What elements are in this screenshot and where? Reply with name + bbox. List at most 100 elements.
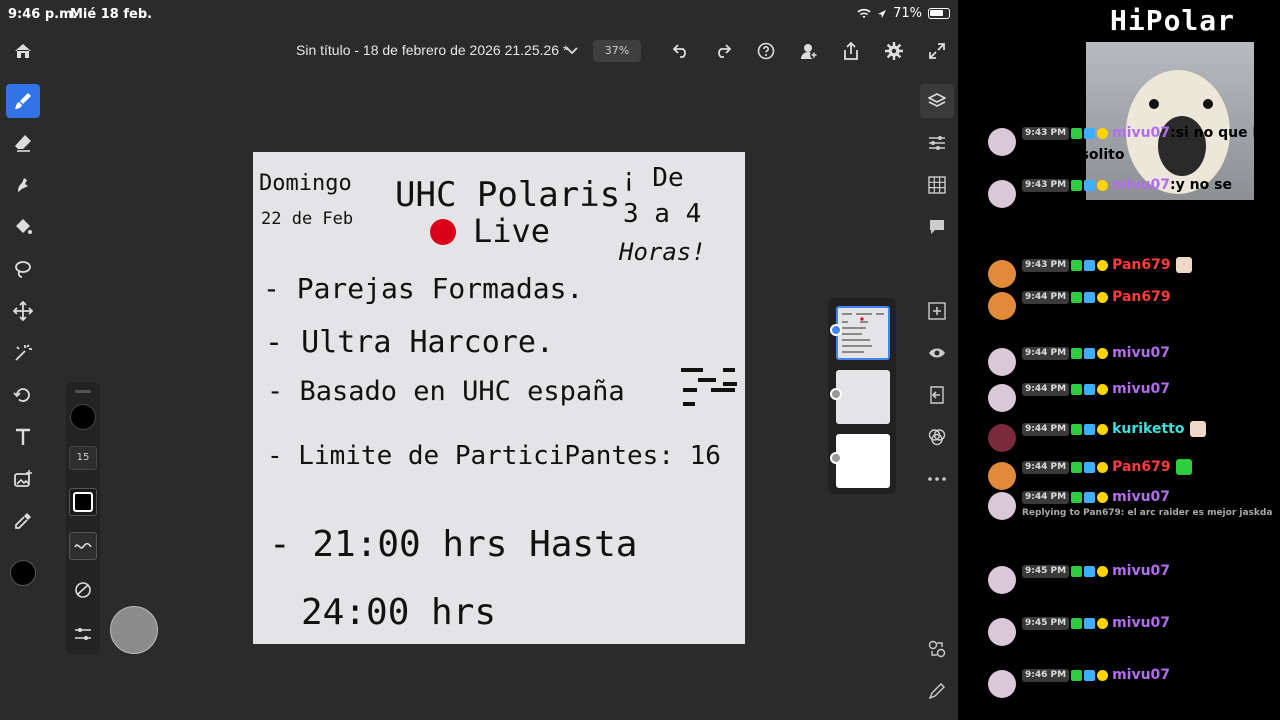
chat-username[interactable]: mivu07 xyxy=(1112,615,1170,631)
chat-message: 9:45 PM mivu07:yo juego solo al uhc xyxy=(988,612,1273,656)
chat-message-body: 9:45 PM mivu07:el muy god el arc pero muy… xyxy=(1022,560,1273,604)
pencil-mode-button[interactable] xyxy=(920,674,954,708)
layer-preview-art xyxy=(842,313,884,353)
eraser-tool[interactable] xyxy=(6,126,40,160)
brush-preview-dot xyxy=(70,404,96,430)
lasso-tool[interactable] xyxy=(6,252,40,286)
paint-brush-tool[interactable] xyxy=(6,84,40,118)
add-layer-button[interactable] xyxy=(920,294,954,328)
add-user-icon[interactable] xyxy=(797,39,821,63)
eyedropper-icon xyxy=(15,513,31,529)
battery-icon xyxy=(928,8,950,19)
visibility-button[interactable] xyxy=(920,336,954,370)
brush-size-field[interactable]: 15 xyxy=(69,446,97,470)
blend-mode-button[interactable] xyxy=(920,420,954,454)
more-options-button[interactable] xyxy=(920,462,954,496)
chat-username[interactable]: Pan679 xyxy=(1112,459,1171,475)
document-title[interactable]: Sin título - 18 de febrero de 2026 21.25… xyxy=(296,42,568,58)
drawing-canvas[interactable]: Domingo 22 de Feb UHC Polaris Live ¡ De … xyxy=(253,152,745,644)
chat-username[interactable]: mivu07 xyxy=(1112,125,1170,141)
settings-icon[interactable] xyxy=(882,39,906,63)
brush-size-preview[interactable] xyxy=(110,606,158,654)
chat-badge-icon xyxy=(1084,423,1096,435)
chat-message: 9:43 PM mivu07:si no que lo jugaba solito xyxy=(988,122,1273,166)
chat-timestamp: 9:44 PM xyxy=(1022,346,1070,360)
import-button[interactable] xyxy=(920,378,954,412)
layer-visibility-dot-3[interactable] xyxy=(830,452,842,464)
chat-username[interactable]: Pan679 xyxy=(1112,289,1171,305)
comments-button[interactable] xyxy=(920,210,954,244)
import-icon xyxy=(930,386,944,404)
color-swatch[interactable] xyxy=(6,556,40,590)
chat-username[interactable]: mivu07 xyxy=(1112,563,1170,579)
transform-tool[interactable] xyxy=(6,378,40,412)
brush-color-swatch[interactable] xyxy=(69,488,97,516)
move-tool[interactable] xyxy=(6,294,40,328)
layers-button[interactable] xyxy=(920,84,954,118)
chat-username[interactable]: mivu07 xyxy=(1112,177,1170,193)
chat-username[interactable]: kuriketto xyxy=(1112,421,1184,437)
canvas-item5b: 24:00 hrs xyxy=(301,592,496,633)
undo-icon[interactable] xyxy=(669,39,693,63)
layer-thumbnail-2[interactable] xyxy=(836,370,890,424)
streamer-name: HiPolar xyxy=(1110,4,1236,37)
redo-icon[interactable] xyxy=(711,39,735,63)
chat-message: 9:43 PM mivu07:y no se como jugar bien en… xyxy=(988,174,1273,218)
add-image-icon xyxy=(14,470,32,487)
expand-icon[interactable] xyxy=(925,39,949,63)
chat-badge-icon xyxy=(1097,291,1109,303)
comment-icon xyxy=(930,220,944,234)
layer-visibility-dot-1[interactable] xyxy=(830,324,842,336)
chat-username[interactable]: mivu07 xyxy=(1112,489,1170,505)
fill-tool[interactable] xyxy=(6,210,40,244)
text-tool[interactable] xyxy=(6,420,40,454)
layer-thumbnail-1[interactable] xyxy=(836,306,890,360)
chat-message: 9:43 PM Pan679: xyxy=(988,254,1273,288)
chat-message: 9:44 PM Pan679:el arc raider es mejor jas… xyxy=(988,286,1273,330)
chevron-down-icon[interactable] xyxy=(562,39,582,63)
chat-badge-icon xyxy=(1084,291,1096,303)
adjustments-button[interactable] xyxy=(920,126,954,160)
chat-badge-icon xyxy=(1097,461,1109,473)
stroke-smoothing-button[interactable] xyxy=(69,532,97,560)
avatar xyxy=(988,566,1016,594)
brush-settings-button[interactable] xyxy=(69,620,97,648)
canvas-squiggle-marks xyxy=(681,368,737,406)
canvas-date-line1: Domingo xyxy=(259,171,352,196)
chat-message-body: 9:43 PM mivu07:si no que lo jugaba solito xyxy=(1022,122,1273,166)
canvas-item3: - Basado en UHC españa xyxy=(267,376,625,407)
share-icon[interactable] xyxy=(839,39,863,63)
brush-swirl-icon xyxy=(75,582,91,598)
image-tool[interactable] xyxy=(6,462,40,496)
chat-badge-icon xyxy=(1084,491,1096,503)
chat-message: 9:44 PM kuriketto: xyxy=(988,418,1273,452)
right-toolbar xyxy=(918,80,956,720)
emote-icon xyxy=(1176,257,1193,273)
add-layer-icon xyxy=(928,302,946,320)
sliders-icon xyxy=(929,136,945,150)
chat-username[interactable]: mivu07 xyxy=(1112,381,1170,397)
help-icon[interactable] xyxy=(754,39,778,63)
layer-visibility-dot-2[interactable] xyxy=(830,388,842,400)
zoom-level[interactable]: 37% xyxy=(593,40,641,62)
chat-username[interactable]: mivu07 xyxy=(1112,667,1170,683)
wifi-icon xyxy=(857,8,871,18)
chat-username[interactable]: Pan679 xyxy=(1112,257,1171,273)
chat-username[interactable]: mivu07 xyxy=(1112,345,1170,361)
layer-thumbnail-3[interactable] xyxy=(836,434,890,488)
smudge-tool[interactable] xyxy=(6,168,40,202)
eyedropper-tool[interactable] xyxy=(6,504,40,538)
home-icon[interactable] xyxy=(11,39,35,63)
canvas-artwork: Domingo 22 de Feb UHC Polaris Live ¡ De … xyxy=(259,163,737,633)
brush-type-button[interactable] xyxy=(69,576,97,604)
chat-badge-icon xyxy=(1071,347,1083,359)
grid-button[interactable] xyxy=(920,168,954,202)
panel-handle[interactable] xyxy=(75,390,91,393)
status-right: 71% xyxy=(857,6,950,21)
swap-button[interactable] xyxy=(920,632,954,666)
chat-text: ta muy caro xyxy=(1022,522,1116,538)
live-red-dot xyxy=(430,219,456,245)
selection-tool[interactable] xyxy=(6,336,40,370)
canvas-hours-line2: 3 a 4 xyxy=(623,199,701,229)
chat-timestamp: 9:43 PM xyxy=(1022,126,1070,140)
